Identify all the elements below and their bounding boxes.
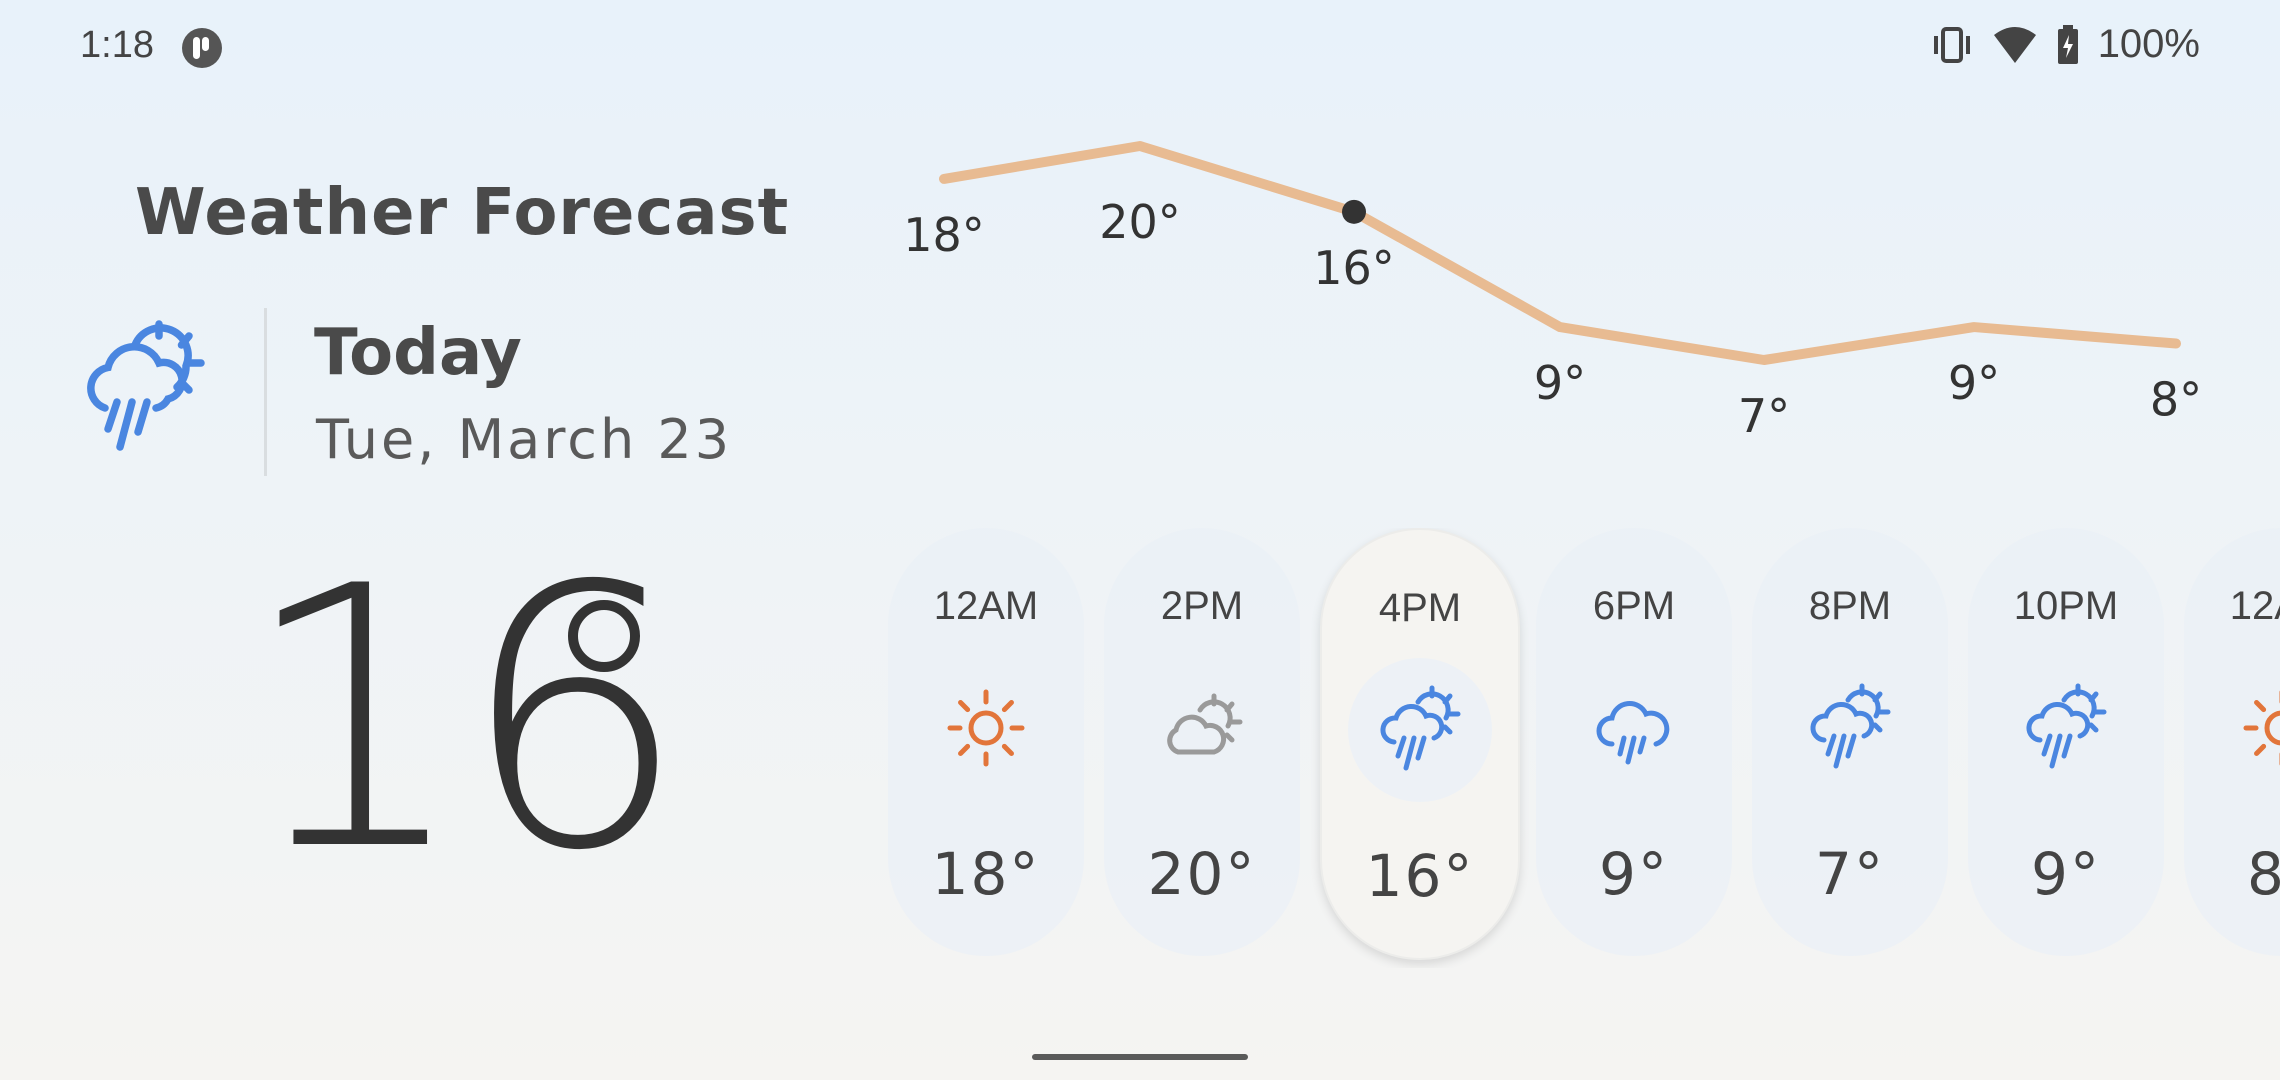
app-notification-icon: [182, 28, 222, 68]
hour-temp: 9°: [2031, 840, 2101, 908]
status-icons: 100%: [1930, 22, 2200, 67]
hour-time: 6PM: [1592, 584, 1676, 628]
today-label: Today: [314, 316, 522, 390]
status-time: 1:18: [80, 24, 154, 66]
page-title: Weather Forecast: [135, 176, 790, 250]
home-indicator[interactable]: [1032, 1054, 1248, 1060]
hour-temp: 7°: [1815, 840, 1885, 908]
partly-cloudy-icon: [1152, 678, 1252, 778]
wifi-icon: [1993, 26, 2036, 63]
chart-point-label: 7°: [1738, 389, 1790, 443]
hourly-forecast-list[interactable]: 12AM 18° 2PM 20° 4PM 16° 6PM 9° 8PM 7° 10PM 9°…: [888, 528, 2280, 968]
sun-icon: [2232, 678, 2280, 778]
today-date: Tue, March 23: [316, 408, 733, 471]
chart-highlight-point: [1342, 199, 1366, 224]
divider: [264, 308, 267, 476]
hour-time: 12AM: [933, 584, 1039, 628]
hour-card-8pm[interactable]: 8PM 7°: [1752, 528, 1948, 956]
rain-cloud-icon: [1584, 678, 1684, 778]
chart-point-label: 16°: [1313, 241, 1395, 295]
rain-sun-cloud-icon: [1800, 678, 1900, 778]
hour-temp: 9°: [1599, 840, 1669, 908]
rain-sun-cloud-icon: [2016, 678, 2116, 778]
chart-point-label: 18°: [903, 208, 985, 262]
temperature-line: [939, 141, 2181, 365]
hour-card-2pm[interactable]: 2PM 20°: [1104, 528, 1300, 956]
hour-card-10pm[interactable]: 10PM 9°: [1968, 528, 2164, 956]
chart-point-label: 9°: [1534, 356, 1586, 410]
hour-card-12am[interactable]: 12AM 18°: [888, 528, 1084, 956]
hour-card-4pm[interactable]: 4PM 16°: [1320, 528, 1520, 960]
chart-point-label: 20°: [1099, 195, 1181, 249]
vibrate-icon: [1933, 26, 1970, 63]
hour-temp: 18°: [931, 840, 1041, 908]
hour-time: 8PM: [1808, 584, 1892, 628]
hour-temp: 8°: [2247, 840, 2280, 908]
hour-temp: 20°: [1147, 840, 1257, 908]
hour-time: 12AM: [2229, 584, 2280, 628]
temperature-chart: 18° 20° 16° 9° 7° 9° 8°: [903, 141, 2202, 443]
chart-point-label: 9°: [1948, 356, 2000, 410]
hour-card-12am[interactable]: 12AM 8°: [2184, 528, 2280, 956]
hour-card-6pm[interactable]: 6PM 9°: [1536, 528, 1732, 956]
rain-sun-cloud-icon: [87, 320, 205, 451]
hour-time: 4PM: [1378, 586, 1462, 630]
battery-charging-icon: [2057, 24, 2078, 64]
battery-percent: 100%: [2097, 22, 2200, 66]
rain-sun-cloud-icon: [1370, 680, 1470, 780]
current-temperature: 16: [240, 510, 688, 929]
hour-temp: 16°: [1365, 842, 1475, 910]
hour-time: 2PM: [1160, 584, 1244, 628]
degree-symbol: [568, 600, 640, 672]
chart-point-label: 8°: [2150, 373, 2202, 427]
sun-icon: [936, 678, 1036, 778]
hour-time: 10PM: [2013, 584, 2119, 628]
